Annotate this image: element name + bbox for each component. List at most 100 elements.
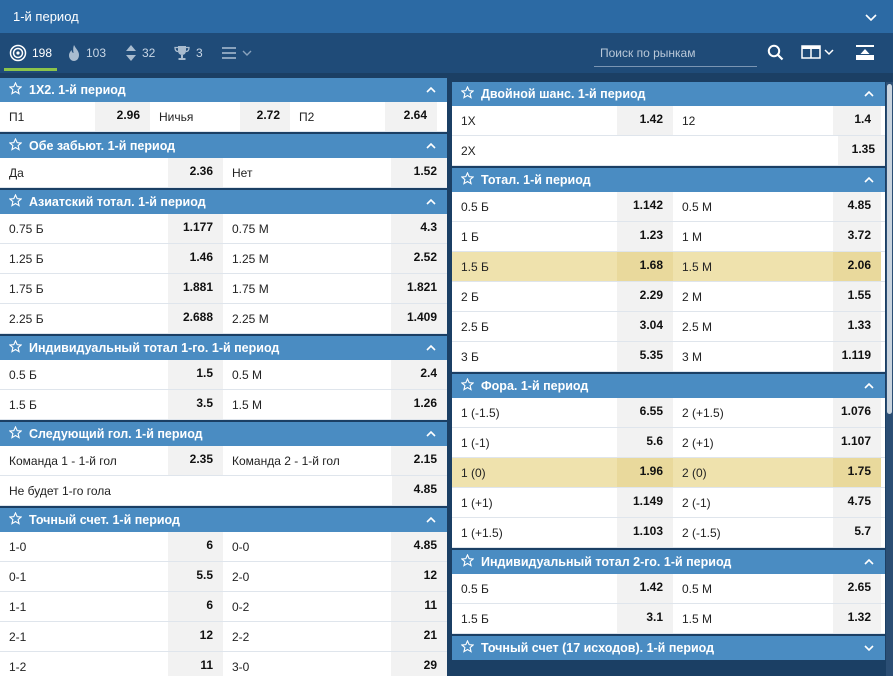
outcome-odds-button[interactable]: 1.55 — [833, 282, 881, 311]
outcome-odds-button[interactable]: 6 — [168, 532, 223, 561]
star-icon[interactable] — [460, 85, 475, 102]
outcome-odds-button[interactable]: 1.32 — [833, 604, 881, 633]
outcome-odds-button[interactable]: 2.35 — [168, 446, 223, 475]
outcome-odds-button[interactable]: 4.85 — [833, 192, 881, 221]
list-view-dropdown[interactable] — [221, 42, 257, 64]
outcome-odds-button[interactable]: 4.85 — [392, 476, 447, 505]
outcome-odds-button[interactable]: 3.04 — [617, 312, 673, 341]
outcome-odds-button[interactable]: 1.23 — [617, 222, 673, 251]
outcome-odds-button[interactable]: 5.5 — [168, 562, 223, 591]
outcome-odds-button[interactable]: 2.29 — [617, 282, 673, 311]
filter-popular[interactable]: 103 — [67, 42, 106, 64]
chevron-up-icon[interactable] — [863, 174, 875, 189]
outcome-odds-button[interactable]: 2.52 — [391, 244, 447, 273]
outcome-odds-button[interactable]: 4.75 — [833, 488, 881, 517]
market-header[interactable]: Точный счет (17 исходов). 1-й период — [452, 636, 885, 660]
outcome-odds-button[interactable]: 2.96 — [95, 102, 150, 131]
outcome-odds-button[interactable]: 1.409 — [391, 304, 447, 333]
star-icon[interactable] — [8, 425, 23, 442]
star-icon[interactable] — [460, 553, 475, 570]
star-icon[interactable] — [8, 193, 23, 210]
chevron-down-icon[interactable] — [863, 9, 879, 25]
outcome-odds-button[interactable]: 1.119 — [833, 342, 881, 371]
outcome-odds-button[interactable]: 2.64 — [385, 102, 437, 131]
outcome-odds-button[interactable]: 29 — [391, 652, 447, 676]
star-icon[interactable] — [8, 137, 23, 154]
outcome-odds-button[interactable]: 4.3 — [391, 214, 447, 243]
outcome-odds-button[interactable]: 5.7 — [833, 518, 881, 547]
outcome-odds-button[interactable]: 1.103 — [617, 518, 673, 547]
outcome-odds-button[interactable]: 1.821 — [391, 274, 447, 303]
search-input[interactable] — [594, 40, 757, 66]
chevron-up-icon[interactable] — [425, 514, 437, 529]
outcome-odds-button[interactable]: 1.75 — [833, 458, 881, 487]
chevron-down-icon[interactable] — [863, 642, 875, 657]
outcome-odds-button[interactable]: 2.36 — [168, 158, 223, 187]
market-header[interactable]: Азиатский тотал. 1-й период — [0, 190, 447, 214]
star-icon[interactable] — [460, 377, 475, 394]
outcome-odds-button[interactable]: 2.72 — [240, 102, 290, 131]
filter-cups[interactable]: 3 — [173, 42, 203, 64]
outcome-odds-button[interactable]: 4.85 — [391, 532, 447, 561]
outcome-odds-button[interactable]: 21 — [391, 622, 447, 651]
chevron-up-icon[interactable] — [425, 428, 437, 443]
outcome-odds-button[interactable]: 1.42 — [617, 574, 673, 603]
outcome-odds-button[interactable]: 1.33 — [833, 312, 881, 341]
search-icon[interactable] — [767, 44, 784, 61]
outcome-odds-button[interactable]: 2.06 — [833, 252, 881, 281]
outcome-odds-button[interactable]: 1.142 — [617, 192, 673, 221]
outcome-odds-button[interactable]: 12 — [168, 622, 223, 651]
market-header[interactable]: Индивидуальный тотал 2-го. 1-й период — [452, 550, 885, 574]
star-icon[interactable] — [460, 639, 475, 656]
filter-all-markets[interactable]: 198 — [9, 42, 52, 64]
market-header[interactable]: Обе забьют. 1-й период — [0, 134, 447, 158]
market-header[interactable]: Точный счет. 1-й период — [0, 508, 447, 532]
outcome-odds-button[interactable]: 1.68 — [617, 252, 673, 281]
chevron-up-icon[interactable] — [863, 556, 875, 571]
market-search[interactable] — [594, 40, 757, 67]
star-icon[interactable] — [8, 81, 23, 98]
outcome-odds-button[interactable]: 1.5 — [168, 360, 223, 389]
outcome-odds-button[interactable]: 11 — [391, 592, 447, 621]
outcome-odds-button[interactable]: 1.4 — [833, 106, 881, 135]
outcome-odds-button[interactable]: 1.107 — [833, 428, 881, 457]
market-header[interactable]: 1Х2. 1-й период — [0, 78, 447, 102]
star-icon[interactable] — [8, 339, 23, 356]
outcome-odds-button[interactable]: 3.1 — [617, 604, 673, 633]
outcome-odds-button[interactable]: 3.5 — [168, 390, 223, 419]
outcome-odds-button[interactable]: 1.46 — [168, 244, 223, 273]
chevron-up-icon[interactable] — [863, 88, 875, 103]
outcome-odds-button[interactable]: 1.35 — [838, 136, 885, 165]
chevron-up-icon[interactable] — [863, 380, 875, 395]
outcome-odds-button[interactable]: 1.96 — [617, 458, 673, 487]
chevron-up-icon[interactable] — [425, 84, 437, 99]
layout-toggle[interactable] — [801, 45, 835, 59]
collapse-all-icon[interactable] — [855, 44, 875, 62]
outcome-odds-button[interactable]: 2.4 — [391, 360, 447, 389]
outcome-odds-button[interactable]: 2.15 — [391, 446, 447, 475]
star-icon[interactable] — [8, 511, 23, 528]
outcome-odds-button[interactable]: 1.177 — [168, 214, 223, 243]
outcome-odds-button[interactable]: 1.26 — [391, 390, 447, 419]
market-header[interactable]: Двойной шанс. 1-й период — [452, 82, 885, 106]
outcome-odds-button[interactable]: 12 — [391, 562, 447, 591]
market-header[interactable]: Тотал. 1-й период — [452, 168, 885, 192]
outcome-odds-button[interactable]: 6 — [168, 592, 223, 621]
chevron-up-icon[interactable] — [425, 342, 437, 357]
outcome-odds-button[interactable]: 1.149 — [617, 488, 673, 517]
outcome-odds-button[interactable]: 1.52 — [391, 158, 447, 187]
market-header[interactable]: Следующий гол. 1-й период — [0, 422, 447, 446]
market-header[interactable]: Индивидуальный тотал 1-го. 1-й период — [0, 336, 447, 360]
outcome-odds-button[interactable]: 1.076 — [833, 398, 881, 427]
outcome-odds-button[interactable]: 3.72 — [833, 222, 881, 251]
period-selector[interactable]: 1-й период — [0, 0, 893, 33]
outcome-odds-button[interactable]: 6.55 — [617, 398, 673, 427]
chevron-up-icon[interactable] — [425, 140, 437, 155]
outcome-odds-button[interactable]: 2.65 — [833, 574, 881, 603]
outcome-odds-button[interactable]: 5.6 — [617, 428, 673, 457]
filter-sorted[interactable]: 32 — [125, 42, 155, 64]
outcome-odds-button[interactable]: 2.688 — [168, 304, 223, 333]
outcome-odds-button[interactable]: 1.42 — [617, 106, 673, 135]
market-header[interactable]: Фора. 1-й период — [452, 374, 885, 398]
chevron-up-icon[interactable] — [425, 196, 437, 211]
